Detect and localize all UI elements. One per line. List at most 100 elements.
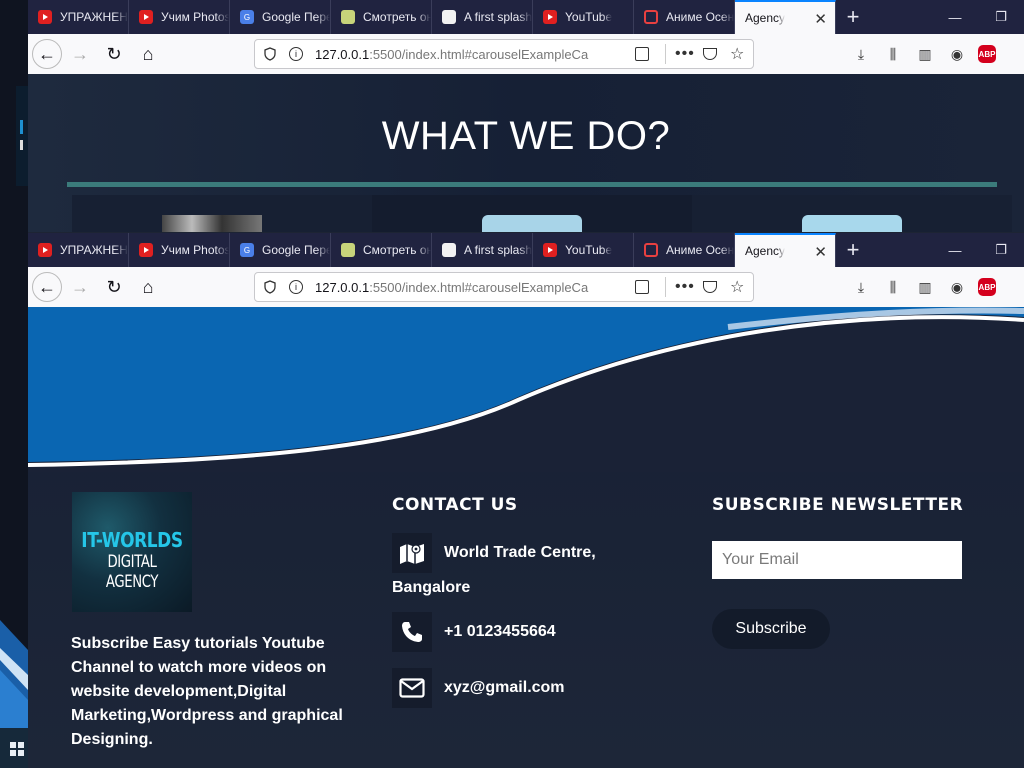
bookmark-star-icon[interactable]: ☆ bbox=[730, 277, 744, 297]
tab[interactable]: Аниме Осень bbox=[634, 233, 735, 267]
url-text[interactable]: 127.0.0.1:5500/index.html#carouselExampl… bbox=[315, 47, 605, 62]
forward-button[interactable]: → bbox=[64, 38, 96, 70]
nav-toolbar: ← → ↻ ⌂ i 127.0.0.1:5500/index.html#caro… bbox=[28, 34, 1024, 74]
window-controls: — ❐ bbox=[932, 0, 1024, 34]
address-bar[interactable]: i 127.0.0.1:5500/index.html#carouselExam… bbox=[254, 272, 754, 302]
desktop-window-thumbnail bbox=[16, 86, 28, 186]
service-image bbox=[162, 215, 262, 232]
toolbar-icons: ⤓ ⫼ ▥ ◉ ABP bbox=[850, 34, 996, 74]
windows-start-icon[interactable] bbox=[10, 742, 24, 756]
tab[interactable]: A first splash bbox=[432, 0, 533, 34]
address-bar[interactable]: i 127.0.0.1:5500/index.html#carouselExam… bbox=[254, 39, 754, 69]
tab[interactable]: YouTube bbox=[533, 0, 634, 34]
sidebar-icon[interactable]: ▥ bbox=[914, 276, 936, 298]
tab-label: Смотреть онлайн bbox=[363, 10, 431, 24]
back-button[interactable]: ← bbox=[32, 272, 62, 302]
reader-view-icon[interactable] bbox=[635, 280, 649, 294]
tab-label: Agency bbox=[745, 244, 786, 258]
agency-logo: IT-WORLDS DIGITAL AGENCY bbox=[72, 492, 192, 612]
tab-active[interactable]: Agency ✕ bbox=[735, 0, 836, 34]
info-icon[interactable]: i bbox=[289, 47, 303, 61]
new-tab-button[interactable]: + bbox=[836, 0, 870, 34]
home-button[interactable]: ⌂ bbox=[132, 271, 164, 303]
service-card bbox=[72, 195, 372, 232]
download-icon[interactable]: ⤓ bbox=[850, 276, 872, 298]
browser-window-front: УПРАЖНЕНИЯ Учим Photoshop G Google Перево… bbox=[28, 233, 1024, 768]
pocket-icon[interactable] bbox=[703, 281, 717, 293]
tab[interactable]: Смотреть онлайн bbox=[331, 233, 432, 267]
account-icon[interactable]: ◉ bbox=[946, 276, 968, 298]
tab-label: A first splash bbox=[464, 243, 532, 257]
reload-button[interactable]: ↻ bbox=[98, 271, 130, 303]
account-icon[interactable]: ◉ bbox=[946, 43, 968, 65]
map-icon bbox=[392, 533, 432, 573]
shield-icon[interactable] bbox=[263, 47, 277, 61]
sidebar-icon[interactable]: ▥ bbox=[914, 43, 936, 65]
tab-label: Agency bbox=[745, 11, 786, 25]
tab-label: Учим Photoshop bbox=[161, 10, 229, 24]
download-icon[interactable]: ⤓ bbox=[850, 43, 872, 65]
url-host: 127.0.0.1 bbox=[315, 46, 370, 62]
tab[interactable]: A first splash bbox=[432, 233, 533, 267]
taskbar bbox=[0, 728, 28, 768]
forward-button[interactable]: → bbox=[64, 271, 96, 303]
phone-text: +1 0123455664 bbox=[444, 623, 556, 641]
tab[interactable]: Смотреть онлайн bbox=[331, 0, 432, 34]
adblock-icon[interactable]: ABP bbox=[978, 278, 996, 296]
nav-toolbar: ← → ↻ ⌂ i 127.0.0.1:5500/index.html#caro… bbox=[28, 267, 1024, 307]
adblock-icon[interactable]: ABP bbox=[978, 45, 996, 63]
close-icon[interactable]: ✕ bbox=[814, 10, 827, 28]
contact-email: xyz@gmail.com bbox=[392, 668, 565, 708]
library-icon[interactable]: ⫼ bbox=[882, 276, 904, 298]
envelope-icon bbox=[392, 668, 432, 708]
new-tab-button[interactable]: + bbox=[836, 233, 870, 267]
restore-icon[interactable]: ❐ bbox=[978, 233, 1024, 267]
hero-wave-banner bbox=[28, 307, 1024, 472]
url-text[interactable]: 127.0.0.1:5500/index.html#carouselExampl… bbox=[315, 280, 605, 295]
back-button[interactable]: ← bbox=[32, 39, 62, 69]
library-icon[interactable]: ⫼ bbox=[882, 43, 904, 65]
window-controls: — ❐ bbox=[932, 233, 1024, 267]
page-actions-icon[interactable]: ••• bbox=[675, 45, 695, 63]
phone-icon bbox=[392, 612, 432, 652]
tab-strip: УПРАЖНЕНИЯ Учим Photoshop G Google Перево… bbox=[28, 233, 1024, 267]
close-icon[interactable]: ✕ bbox=[814, 243, 827, 261]
tab-active[interactable]: Agency ✕ bbox=[735, 233, 836, 267]
info-icon[interactable]: i bbox=[289, 280, 303, 294]
tab-label: YouTube bbox=[565, 243, 613, 257]
restore-icon[interactable]: ❐ bbox=[978, 0, 1024, 34]
minimize-icon[interactable]: — bbox=[932, 233, 978, 267]
tab-label: YouTube bbox=[565, 10, 613, 24]
reader-view-icon[interactable] bbox=[635, 47, 649, 61]
page-actions-icon[interactable]: ••• bbox=[675, 278, 695, 296]
home-button[interactable]: ⌂ bbox=[132, 38, 164, 70]
page-content-footer: IT-WORLDS DIGITAL AGENCY Subscribe Easy … bbox=[28, 307, 1024, 768]
contact-heading: CONTACT US bbox=[392, 495, 518, 515]
subscribe-button[interactable]: Subscribe bbox=[712, 609, 830, 649]
reload-button[interactable]: ↻ bbox=[98, 38, 130, 70]
bookmark-star-icon[interactable]: ☆ bbox=[730, 44, 744, 64]
pocket-icon[interactable] bbox=[703, 48, 717, 60]
newsletter-email-input[interactable] bbox=[712, 541, 962, 579]
tab[interactable]: УПРАЖНЕНИЯ bbox=[28, 0, 129, 34]
smotret-icon bbox=[341, 243, 355, 257]
shield-icon[interactable] bbox=[263, 280, 277, 294]
tab[interactable]: Учим Photoshop bbox=[129, 0, 230, 34]
tab[interactable]: Аниме Осень bbox=[634, 0, 735, 34]
tab[interactable]: G Google Переводчик bbox=[230, 233, 331, 267]
minimize-icon[interactable]: — bbox=[932, 0, 978, 34]
tab[interactable]: УПРАЖНЕНИЯ bbox=[28, 233, 129, 267]
email-text: xyz@gmail.com bbox=[444, 679, 565, 697]
tab-label: Учим Photoshop bbox=[161, 243, 229, 257]
tab[interactable]: Учим Photoshop bbox=[129, 233, 230, 267]
youtube-icon bbox=[543, 10, 557, 24]
tab-label: Google Переводчик bbox=[262, 10, 330, 24]
tab[interactable]: G Google Переводчик bbox=[230, 0, 331, 34]
youtube-icon bbox=[38, 10, 52, 24]
url-path: :5500/index.html#carouselExampleCa bbox=[369, 279, 589, 295]
splash-icon bbox=[442, 10, 456, 24]
smotret-icon bbox=[341, 10, 355, 24]
tab[interactable]: YouTube bbox=[533, 233, 634, 267]
url-path: :5500/index.html#carouselExampleCa bbox=[369, 46, 589, 62]
screen: УПРАЖНЕНИЯ Учим Photoshop G Google Перево… bbox=[0, 0, 1024, 768]
